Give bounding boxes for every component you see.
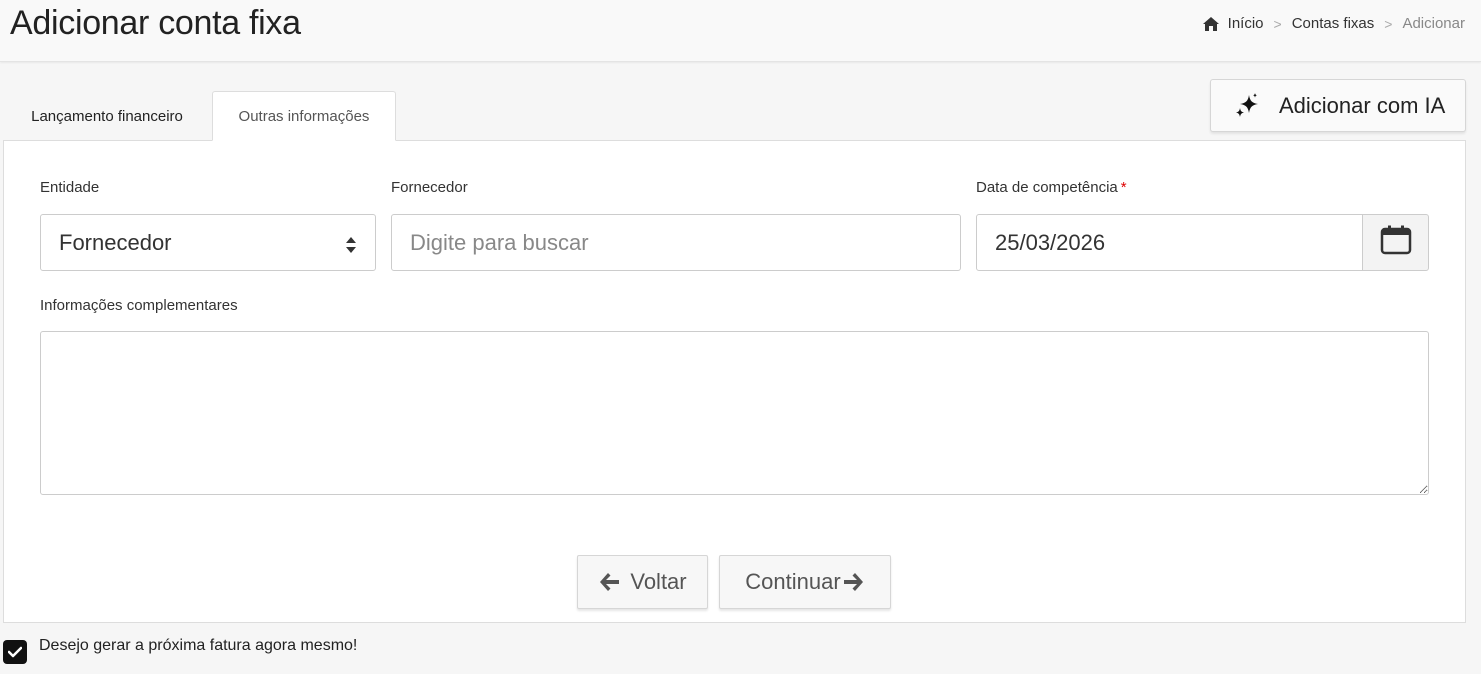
breadcrumb: Início > Contas fixas > Adicionar [1202, 15, 1465, 32]
page-title: Adicionar conta fixa [10, 4, 301, 42]
continue-button-label: Continuar [745, 569, 841, 594]
breadcrumb-item-current: Adicionar [1402, 15, 1465, 32]
home-icon[interactable] [1202, 16, 1219, 31]
calendar-icon [1380, 225, 1412, 260]
tab-lancamento-financeiro[interactable]: Lançamento financeiro [4, 91, 210, 141]
generate-invoice-checkbox[interactable] [3, 640, 27, 664]
arrow-right-icon [843, 572, 865, 592]
supplier-search-input[interactable] [391, 214, 961, 271]
check-icon [8, 646, 22, 658]
generate-invoice-label: Desejo gerar a próxima fatura agora mesm… [39, 637, 358, 654]
notes-label: Informações complementares [40, 297, 238, 314]
entity-label: Entidade [40, 179, 100, 196]
supplier-label: Fornecedor [391, 179, 468, 196]
add-with-ia-label: Adicionar com IA [1279, 92, 1446, 118]
required-mark: * [1120, 179, 1127, 196]
notes-textarea[interactable] [40, 331, 1429, 495]
arrow-left-icon [598, 572, 620, 592]
sort-updown-icon [345, 234, 357, 253]
breadcrumb-item-inicio[interactable]: Início [1228, 15, 1264, 32]
tab-outras-informacoes[interactable]: Outras informações [212, 91, 396, 141]
add-with-ia-button[interactable]: Adicionar com IA [1210, 79, 1466, 132]
page-header: Adicionar conta fixa Início > Contas fix… [0, 0, 1481, 62]
competence-date-label: Data de competência * [976, 179, 1127, 196]
entity-select-value: Fornecedor [59, 229, 172, 255]
back-button-label: Voltar [630, 569, 687, 594]
calendar-button[interactable] [1362, 214, 1429, 271]
sparkle-icon [1233, 92, 1261, 120]
breadcrumb-separator: > [1273, 15, 1282, 32]
breadcrumb-separator: > [1384, 15, 1393, 32]
back-button[interactable]: Voltar [577, 555, 708, 609]
entity-select[interactable]: Fornecedor [40, 214, 376, 271]
competence-date-label-text: Data de competência [976, 179, 1118, 196]
continue-button[interactable]: Continuar [719, 555, 891, 609]
breadcrumb-item-contas-fixas[interactable]: Contas fixas [1292, 15, 1375, 32]
competence-date-input[interactable] [976, 214, 1363, 271]
